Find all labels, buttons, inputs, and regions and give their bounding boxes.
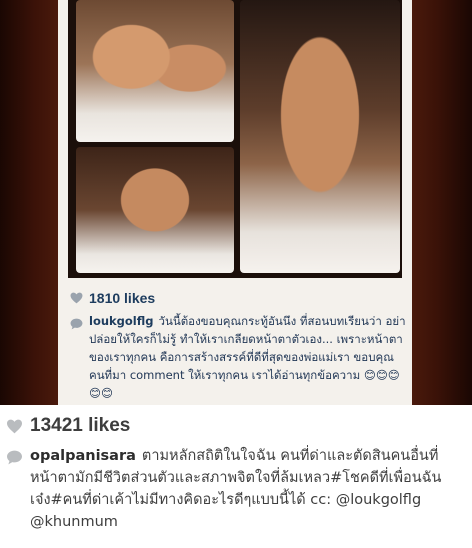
repost-likes-row[interactable]: 1810 likes <box>70 290 155 306</box>
photo-selfie-large <box>240 0 400 273</box>
comment-bubble-icon <box>70 315 83 330</box>
post-likes-row[interactable]: 13421 likes <box>6 415 130 437</box>
repost-caption: loukgolflg วันนี้ต้องขอบคุณกระทู้อันนึง ท… <box>70 312 406 402</box>
post-caption-area: 13421 likes opalpanisara ตามหลักสถิติในใจ… <box>0 405 472 548</box>
heart-icon <box>6 419 23 434</box>
reposted-post-screenshot: 1810 likes loukgolflg วันนี้ต้องขอบคุณกระ… <box>58 0 412 405</box>
comment-bubble-icon <box>6 450 23 465</box>
photo-selfie-with-mother <box>76 0 234 142</box>
frame-right-edge <box>412 0 472 405</box>
photo-selfie-closeup <box>76 147 234 273</box>
post-username[interactable]: opalpanisara <box>30 448 136 464</box>
frame-left-edge <box>0 0 58 405</box>
repost-username[interactable]: loukgolflg <box>89 314 154 328</box>
heart-icon <box>70 292 83 304</box>
post-like-count: 13421 likes <box>30 415 131 436</box>
post-caption: opalpanisara ตามหลักสถิติในใจฉัน คนที่ด่า… <box>6 445 468 533</box>
repost-like-count: 1810 likes <box>89 290 156 306</box>
photo-collage[interactable] <box>68 0 402 278</box>
photo-frame: 1810 likes loukgolflg วันนี้ต้องขอบคุณกระ… <box>0 0 472 405</box>
